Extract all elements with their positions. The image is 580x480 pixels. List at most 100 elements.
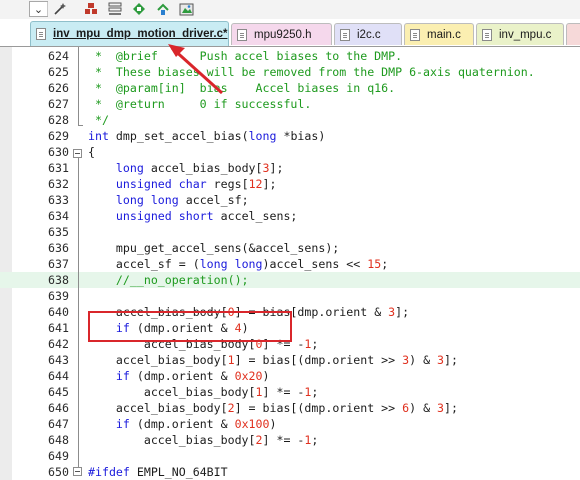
code-line[interactable]: 630 { (0, 144, 580, 160)
code-line[interactable]: 639 (0, 288, 580, 304)
code-token: if (115, 417, 130, 431)
code-line[interactable]: 638 //__no_operation(); (0, 272, 580, 288)
line-number: 650 (48, 465, 69, 479)
fold-guide (78, 158, 79, 476)
toolbar-separator (47, 2, 48, 16)
code-token: unsigned short (115, 209, 214, 223)
code-line[interactable]: 643 accel_bias_body[1] = bias[(dmp.orien… (0, 352, 580, 368)
fold-toggle-icon[interactable] (73, 149, 82, 158)
code-token: ) (269, 417, 277, 431)
code-text: if (dmp.orient & 0x20) (88, 368, 270, 384)
code-text: accel_bias_body[2] = bias[(dmp.orient >>… (88, 400, 458, 416)
code-token: (dmp.orient & (129, 369, 235, 383)
tab-inv-mpu-c[interactable]: inv_mpu.c (476, 23, 564, 45)
tab-inv-mpu-dmp-motion-driver[interactable]: inv_mpu_dmp_motion_driver.c* (30, 21, 229, 46)
rebuild-icon[interactable] (106, 1, 123, 16)
code-token: regs[ (206, 177, 249, 191)
line-number: 638 (48, 273, 69, 287)
code-line[interactable]: 649 (0, 448, 580, 464)
code-text: if (dmp.orient & 0x100) (88, 416, 277, 432)
code-token: 3 (437, 353, 445, 367)
code-line[interactable]: 629 int dmp_set_accel_bias(long *bias) (0, 128, 580, 144)
code-token: ] *= - (262, 433, 305, 447)
code-token: long (248, 129, 277, 143)
code-line[interactable]: 648 accel_bias_body[2] *= -1; (0, 432, 580, 448)
build-icon[interactable] (82, 1, 99, 16)
code-text: long accel_bias_body[3]; (88, 160, 284, 176)
code-token: ]; (444, 401, 458, 415)
code-token: ]; (262, 177, 277, 191)
code-line[interactable]: 631 long accel_bias_body[3]; (0, 160, 580, 176)
code-text: unsigned char regs[12]; (88, 176, 277, 192)
code-line[interactable]: 635 (0, 224, 580, 240)
tab-label: mpu9250.h (254, 28, 312, 41)
code-line[interactable]: 645 accel_bias_body[1] *= -1; (0, 384, 580, 400)
tab-label: i2c.c (357, 28, 381, 41)
code-token: 15 (367, 257, 382, 271)
code-line[interactable]: 628 */ (0, 112, 580, 128)
tab-label: inv_mpu_dmp_motion_driver.c* (53, 28, 228, 40)
line-number: 637 (48, 257, 69, 271)
code-line[interactable]: 650 #ifdef EMPL_NO_64BIT (0, 464, 580, 480)
line-number: 624 (48, 49, 69, 63)
code-line[interactable]: 634 unsigned short accel_sens; (0, 208, 580, 224)
line-number: 641 (48, 321, 69, 335)
line-number: 648 (48, 433, 69, 447)
code-token: * These biases will be removed from the … (88, 65, 535, 79)
line-number: 633 (48, 193, 69, 207)
code-token: * @brief Push accel biases to the DMP. (88, 49, 403, 63)
dropdown-chevron-icon[interactable]: ⌄ (29, 1, 48, 17)
line-number: 645 (48, 385, 69, 399)
code-text: accel_bias_body[1] *= -1; (88, 384, 319, 400)
code-text: accel_bias_body[1] = bias[(dmp.orient >>… (88, 352, 458, 368)
code-text: int dmp_set_accel_bias(long *bias) (88, 128, 325, 144)
target-icon[interactable] (130, 1, 147, 16)
code-line[interactable]: 626 * @param[in] bias Accel biases in q1… (0, 80, 580, 96)
code-line[interactable]: 647 if (dmp.orient & 0x100) (0, 416, 580, 432)
tab-mpu9250-h[interactable]: mpu9250.h (231, 23, 332, 45)
line-number: 635 (48, 225, 69, 239)
tab-main-c[interactable]: main.c (404, 23, 474, 45)
wand-icon[interactable] (51, 1, 68, 16)
line-number: 644 (48, 369, 69, 383)
code-token: 1 (227, 353, 235, 367)
code-token: mpu_get_accel_sens(&accel_sens); (88, 241, 340, 255)
pack-installer-icon[interactable] (178, 1, 195, 16)
code-line[interactable]: 644 if (dmp.orient & 0x20) (0, 368, 580, 384)
code-text: //__no_operation(); (88, 272, 249, 288)
line-number: 639 (48, 289, 69, 303)
code-line[interactable]: 637 accel_sf = (long long)accel_sens << … (0, 256, 580, 272)
line-number: 628 (48, 113, 69, 127)
code-line[interactable]: 624 * @brief Push accel biases to the DM… (0, 48, 580, 64)
code-line[interactable]: 646 accel_bias_body[2] = bias[(dmp.orien… (0, 400, 580, 416)
code-token: if (115, 369, 130, 383)
code-line[interactable]: 632 unsigned char regs[12]; (0, 176, 580, 192)
line-number: 640 (48, 305, 69, 319)
code-token: * @return 0 if successful. (88, 97, 312, 111)
line-number: 647 (48, 417, 69, 431)
fold-end-marker (78, 125, 83, 126)
line-number: 625 (48, 65, 69, 79)
code-line[interactable]: 625 * These biases will be removed from … (0, 64, 580, 80)
code-line[interactable]: 636 mpu_get_accel_sens(&accel_sens); (0, 240, 580, 256)
code-line[interactable]: 627 * @return 0 if successful. (0, 96, 580, 112)
tab-overflow[interactable] (566, 23, 580, 45)
manage-icon[interactable] (154, 1, 171, 16)
code-text: mpu_get_accel_sens(&accel_sens); (88, 240, 339, 256)
code-editor[interactable]: 624 * @brief Push accel biases to the DM… (0, 46, 580, 480)
fold-toggle-icon[interactable] (73, 467, 82, 476)
code-text: { (88, 144, 95, 160)
code-token: ; (311, 433, 319, 447)
code-token: accel_sens; (213, 209, 298, 223)
code-line[interactable]: 633 long long accel_sf; (0, 192, 580, 208)
code-token: accel_bias_body[ (88, 401, 228, 415)
code-token: accel_bias_body[ (88, 353, 228, 367)
tab-i2c-c[interactable]: i2c.c (334, 23, 402, 45)
code-token: accel_sf = ( (88, 257, 200, 271)
code-token: ) & (409, 401, 438, 415)
